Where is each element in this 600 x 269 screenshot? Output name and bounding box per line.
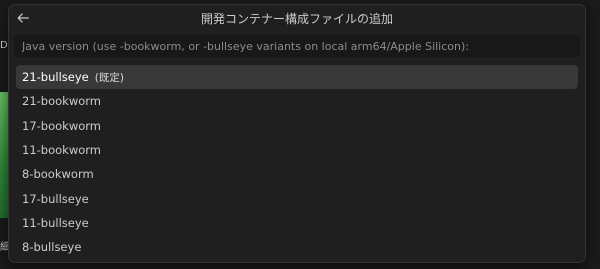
list-item[interactable]: 11-bookworm — [16, 138, 578, 162]
list-item-label: 8-bullseye — [22, 240, 82, 255]
arrow-left-icon — [17, 13, 29, 23]
quick-pick-input[interactable] — [20, 38, 580, 54]
list-item[interactable]: 8-bookworm — [16, 162, 578, 186]
list-item-description: (既定) — [94, 71, 124, 84]
quick-pick-title-bar: 開発コンテナー構成ファイルの追加 — [9, 5, 585, 31]
list-item[interactable]: 21-bookworm — [16, 89, 578, 113]
list-item-label: 11-bullseye — [22, 215, 89, 230]
quick-pick-list: 21-bullseye (既定) 21-bookworm 17-bookworm 11-… — [9, 65, 585, 259]
list-item[interactable]: 8-bullseye — [16, 235, 578, 259]
back-button[interactable] — [11, 6, 35, 30]
list-item-label: 8-bookworm — [22, 167, 94, 182]
list-item[interactable]: 11-bullseye — [16, 211, 578, 235]
list-item[interactable]: 17-bookworm — [16, 114, 578, 138]
list-item-label: 17-bookworm — [22, 118, 101, 133]
list-item-label: 21-bookworm — [22, 94, 101, 109]
list-item-label: 17-bullseye — [22, 191, 89, 206]
quick-pick-panel: 開発コンテナー構成ファイルの追加 21-bullseye (既定) 21-bookw… — [8, 4, 586, 263]
quick-pick-title: 開発コンテナー構成ファイルの追加 — [200, 11, 393, 26]
quick-pick-input-box — [14, 35, 580, 57]
list-item[interactable]: 21-bullseye (既定) — [16, 65, 578, 90]
list-item-label: 21-bullseye — [22, 70, 89, 85]
list-item[interactable]: 17-bullseye — [16, 186, 578, 210]
list-item-label: 11-bookworm — [22, 143, 101, 158]
